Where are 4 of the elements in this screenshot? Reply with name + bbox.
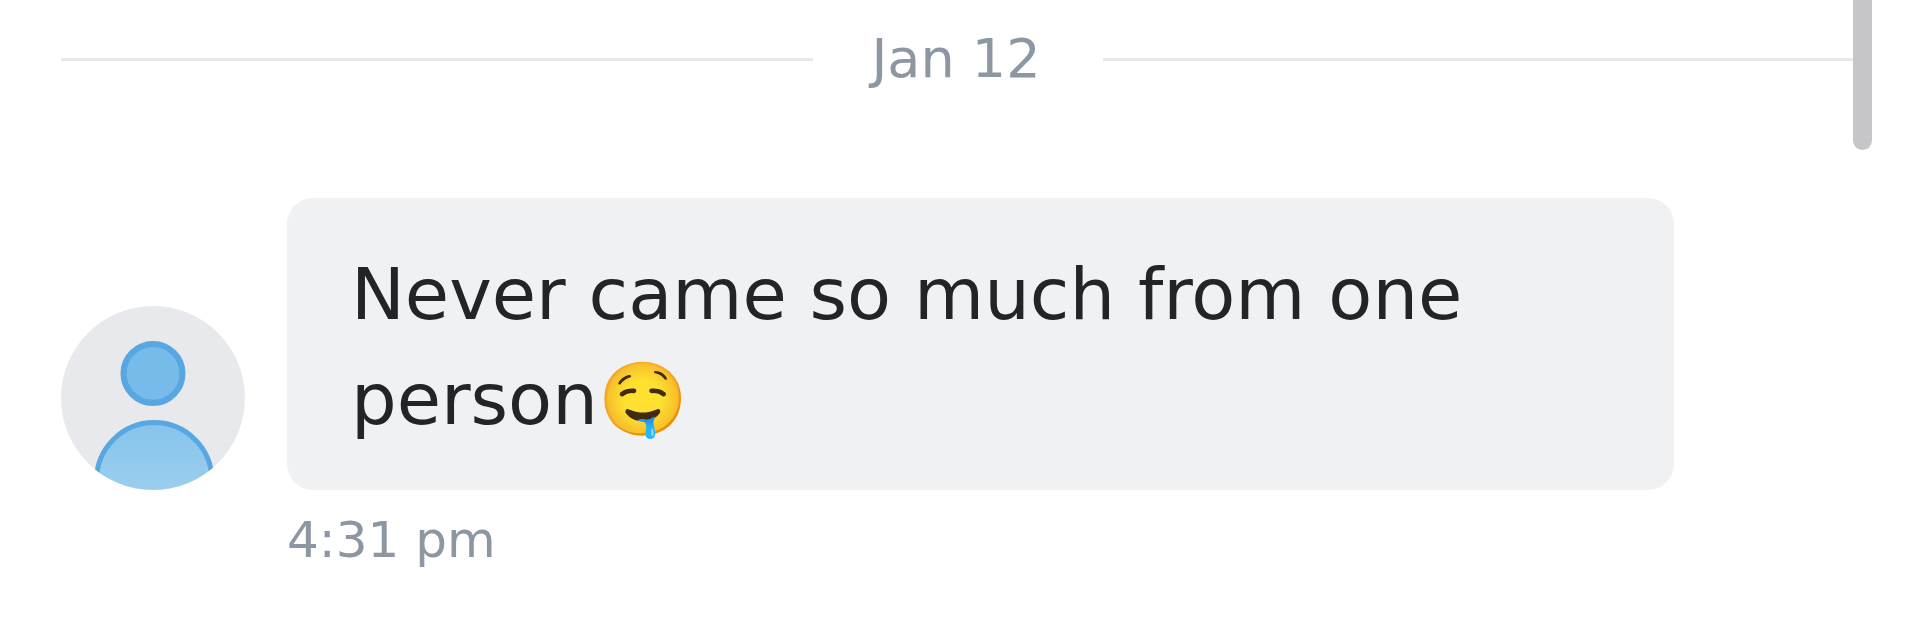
message-text: Never came so much from one person🤤	[351, 251, 1464, 443]
scrollbar-thumb[interactable]	[1853, 0, 1872, 150]
avatar-icon	[61, 306, 245, 490]
message-time: 4:31 pm	[287, 510, 496, 570]
